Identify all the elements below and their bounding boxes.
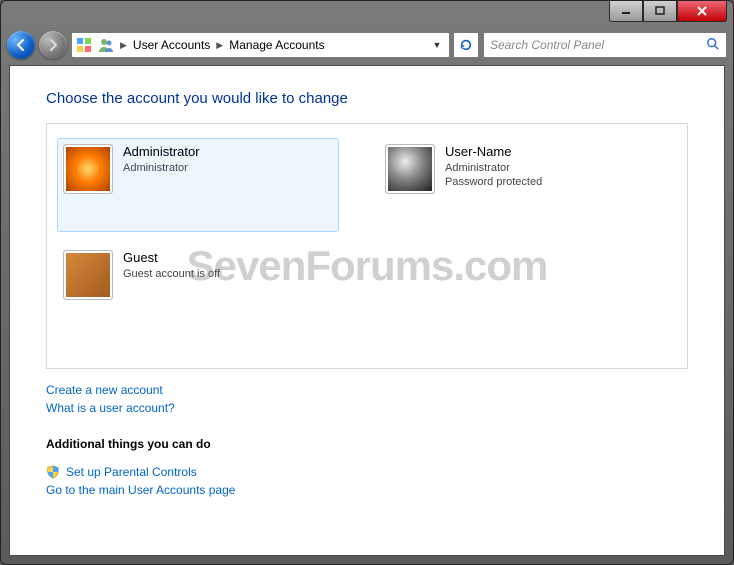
back-button[interactable] [7, 31, 35, 59]
address-bar[interactable]: ▶ User Accounts ▶ Manage Accounts ▼ [71, 32, 450, 58]
link-parental-controls[interactable]: Set up Parental Controls [66, 465, 197, 479]
chevron-right-icon: ▶ [120, 40, 127, 51]
link-main-user-accounts[interactable]: Go to the main User Accounts page [46, 483, 688, 497]
account-name: Guest [123, 250, 220, 267]
close-button[interactable] [677, 1, 727, 22]
accounts-panel: Administrator Administrator User-Name Ad… [46, 123, 688, 369]
account-role: Administrator [445, 161, 542, 175]
account-guest[interactable]: Guest Guest account is off [57, 244, 339, 338]
additional-heading: Additional things you can do [46, 437, 688, 451]
additional-links: Set up Parental Controls Go to the main … [46, 465, 688, 497]
search-input[interactable]: Search Control Panel [483, 32, 727, 58]
maximize-button[interactable] [643, 1, 677, 22]
chevron-right-icon: ▶ [216, 40, 223, 51]
shield-icon [46, 465, 60, 479]
breadcrumb-user-accounts[interactable]: User Accounts [133, 38, 210, 52]
minimize-button[interactable] [609, 1, 643, 22]
primary-links: Create a new account What is a user acco… [46, 383, 688, 415]
account-role: Administrator [123, 161, 200, 175]
link-create-account[interactable]: Create a new account [46, 383, 688, 397]
user-accounts-icon [98, 37, 114, 53]
control-panel-icon [76, 37, 92, 53]
link-what-is-account[interactable]: What is a user account? [46, 401, 688, 415]
avatar [63, 144, 113, 194]
account-status: Password protected [445, 175, 542, 189]
window: ▶ User Accounts ▶ Manage Accounts ▼ Sear… [0, 0, 734, 565]
navigation-bar: ▶ User Accounts ▶ Manage Accounts ▼ Sear… [1, 29, 733, 61]
account-administrator[interactable]: Administrator Administrator [57, 138, 339, 232]
window-controls [609, 1, 727, 22]
breadcrumb-manage-accounts[interactable]: Manage Accounts [229, 38, 324, 52]
titlebar[interactable] [1, 1, 733, 29]
forward-button[interactable] [39, 31, 67, 59]
search-icon[interactable] [706, 37, 720, 54]
avatar [385, 144, 435, 194]
search-placeholder: Search Control Panel [490, 38, 604, 52]
refresh-button[interactable] [454, 32, 479, 58]
page-heading: Choose the account you would like to cha… [46, 90, 688, 107]
account-name: User-Name [445, 144, 542, 161]
account-role: Guest account is off [123, 267, 220, 281]
account-name: Administrator [123, 144, 200, 161]
content-area: Choose the account you would like to cha… [9, 65, 725, 556]
account-user[interactable]: User-Name Administrator Password protect… [379, 138, 661, 232]
avatar [63, 250, 113, 300]
address-dropdown-icon[interactable]: ▼ [429, 40, 445, 50]
